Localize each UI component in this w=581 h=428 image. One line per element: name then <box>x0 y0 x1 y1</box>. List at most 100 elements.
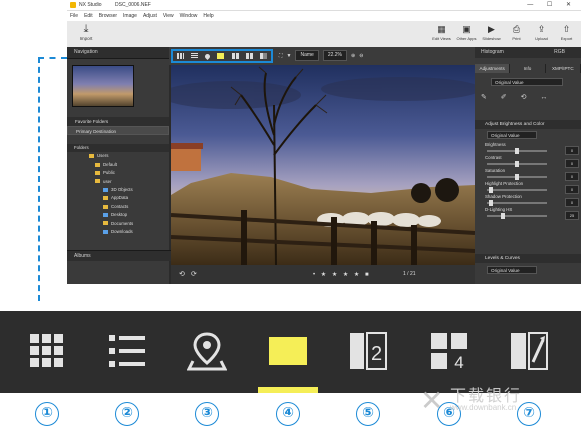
other-apps-icon: ▣ <box>462 24 471 34</box>
edit-views-button[interactable]: ▦ Edit Views <box>429 23 454 41</box>
menu-image[interactable]: Image <box>120 11 140 21</box>
four-frame-icon[interactable] <box>246 53 254 59</box>
image-viewer-icon[interactable] <box>217 53 225 59</box>
two-frame-button[interactable]: 2 <box>343 326 393 376</box>
tab-info[interactable]: Info <box>510 64 546 73</box>
navigation-thumbnail[interactable] <box>72 65 134 107</box>
import-button[interactable]: ⤓ Import <box>71 23 101 41</box>
menu-edit[interactable]: Edit <box>81 11 96 21</box>
folder-item[interactable]: Users <box>67 152 169 160</box>
image-viewer-button[interactable] <box>263 326 313 376</box>
folder-item[interactable]: Public <box>67 169 169 177</box>
zoom-in-icon[interactable]: ⊕ <box>351 53 355 59</box>
slider-value[interactable]: 25 <box>565 211 579 220</box>
slider-track[interactable]: 0 <box>487 185 579 194</box>
slider-value[interactable]: 0 <box>565 172 579 181</box>
menu-file[interactable]: File <box>67 11 81 21</box>
section-select[interactable]: Original Value <box>487 131 537 139</box>
window-controls[interactable]: — ☐ ✕ <box>527 0 577 10</box>
favorite-item[interactable]: Primary Destination <box>67 126 169 135</box>
folder-item[interactable]: Downloads <box>67 228 169 236</box>
other-apps-label: Other Apps <box>456 36 477 41</box>
list-view-icon[interactable] <box>190 53 198 59</box>
fit-icon[interactable]: ⛶ <box>279 53 283 59</box>
folder-item[interactable]: Documents <box>67 220 169 228</box>
menu-view[interactable]: View <box>160 11 177 21</box>
folder-icon <box>95 162 100 167</box>
histogram-header[interactable]: Histogram RGB <box>475 47 581 58</box>
folder-label: AppData <box>111 195 129 201</box>
slider-track[interactable]: 0 <box>487 146 579 155</box>
folder-item[interactable]: Contacts <box>67 203 169 211</box>
folder-label: user <box>103 178 112 184</box>
sort-select[interactable]: Name <box>295 50 319 61</box>
folder-item[interactable]: Default <box>67 161 169 169</box>
four-frame-button[interactable]: 4 <box>424 326 474 376</box>
list-view-button[interactable] <box>102 326 152 376</box>
tab-xmp-iptc[interactable]: XMP/IPTC <box>546 64 581 73</box>
slider-knob[interactable] <box>515 161 519 167</box>
rotate-right-icon[interactable]: ⟳ <box>191 270 197 278</box>
print-button[interactable]: ⎙ Print <box>504 23 529 41</box>
grid-view-icon[interactable] <box>176 53 184 59</box>
folder-label: Users <box>97 153 109 159</box>
slider-knob[interactable] <box>501 213 505 219</box>
slider-row: Contrast 0 <box>475 155 581 168</box>
other-apps-button[interactable]: ▣ Other Apps <box>454 23 479 41</box>
map-pin-icon[interactable] <box>204 52 212 60</box>
folder-icon <box>103 212 108 217</box>
slider-knob[interactable] <box>489 200 493 206</box>
grid-view-button[interactable] <box>22 326 72 376</box>
menu-window[interactable]: Window <box>177 11 201 21</box>
folder-label: Contacts <box>111 203 129 209</box>
histogram-title: Histogram <box>481 49 504 55</box>
folder-item[interactable]: 3D Objects <box>67 186 169 194</box>
navigation-header[interactable]: Navigation <box>67 47 169 59</box>
folder-item[interactable]: AppData <box>67 194 169 202</box>
slider-value[interactable]: 0 <box>565 185 579 194</box>
albums-header[interactable]: Albums <box>67 250 176 261</box>
zoom-out-icon[interactable]: ⊖ <box>359 53 363 59</box>
rotate-left-icon[interactable]: ⟲ <box>179 270 185 278</box>
rating-stars[interactable]: • ★ ★ ★ ★ ■ <box>313 271 371 278</box>
slideshow-button[interactable]: ▶ Slideshow <box>479 23 504 41</box>
slider-track[interactable]: 25 <box>487 211 579 220</box>
folder-item[interactable]: user <box>67 178 169 186</box>
two-frame-icon: 2 <box>350 332 387 370</box>
upload-button[interactable]: ⇪ Upload <box>529 23 554 41</box>
folder-label: Default <box>103 161 117 167</box>
favorites-header[interactable]: Favorite Folders <box>67 117 169 126</box>
menu-browser[interactable]: Browser <box>96 11 120 21</box>
histogram-channel[interactable]: RGB <box>554 47 565 58</box>
slider-knob[interactable] <box>515 174 519 180</box>
landscape-photo <box>171 65 475 265</box>
slider-value[interactable]: 0 <box>565 146 579 155</box>
adjust-tools[interactable]: ✎ ✐ ⟲ ↔ <box>481 93 553 101</box>
levels-select[interactable]: Original Value <box>487 266 537 274</box>
slider-value[interactable]: 0 <box>565 198 579 207</box>
slider-track[interactable]: 0 <box>487 198 579 207</box>
image-viewer[interactable] <box>171 65 475 265</box>
map-view-button[interactable] <box>182 326 232 376</box>
slider-track[interactable]: 0 <box>487 172 579 181</box>
zoom-level[interactable]: 22.2% <box>322 50 347 61</box>
compare-icon[interactable] <box>260 53 268 59</box>
levels-header[interactable]: Levels & Curves <box>475 254 581 263</box>
menu-help[interactable]: Help <box>200 11 216 21</box>
tab-adjustments[interactable]: Adjustments <box>475 64 511 73</box>
two-frame-icon[interactable] <box>231 53 239 59</box>
export-button[interactable]: ⇧ Export <box>554 23 579 41</box>
section-header[interactable]: Adjust Brightness and Color <box>475 120 581 129</box>
folder-label: Downloads <box>111 228 133 234</box>
slider-track[interactable]: 0 <box>487 159 579 168</box>
folders-header[interactable]: Folders <box>67 144 169 153</box>
slider-value[interactable]: 0 <box>565 159 579 168</box>
folder-item[interactable]: Desktop <box>67 211 169 219</box>
filter-icon[interactable]: ▼ <box>287 53 292 59</box>
menu-adjust[interactable]: Adjust <box>140 11 160 21</box>
slider-knob[interactable] <box>489 187 493 193</box>
compare-button[interactable] <box>504 326 554 376</box>
callout-number: ② <box>115 402 139 426</box>
slider-knob[interactable] <box>515 148 519 154</box>
preset-select[interactable]: Original Value <box>491 78 563 86</box>
